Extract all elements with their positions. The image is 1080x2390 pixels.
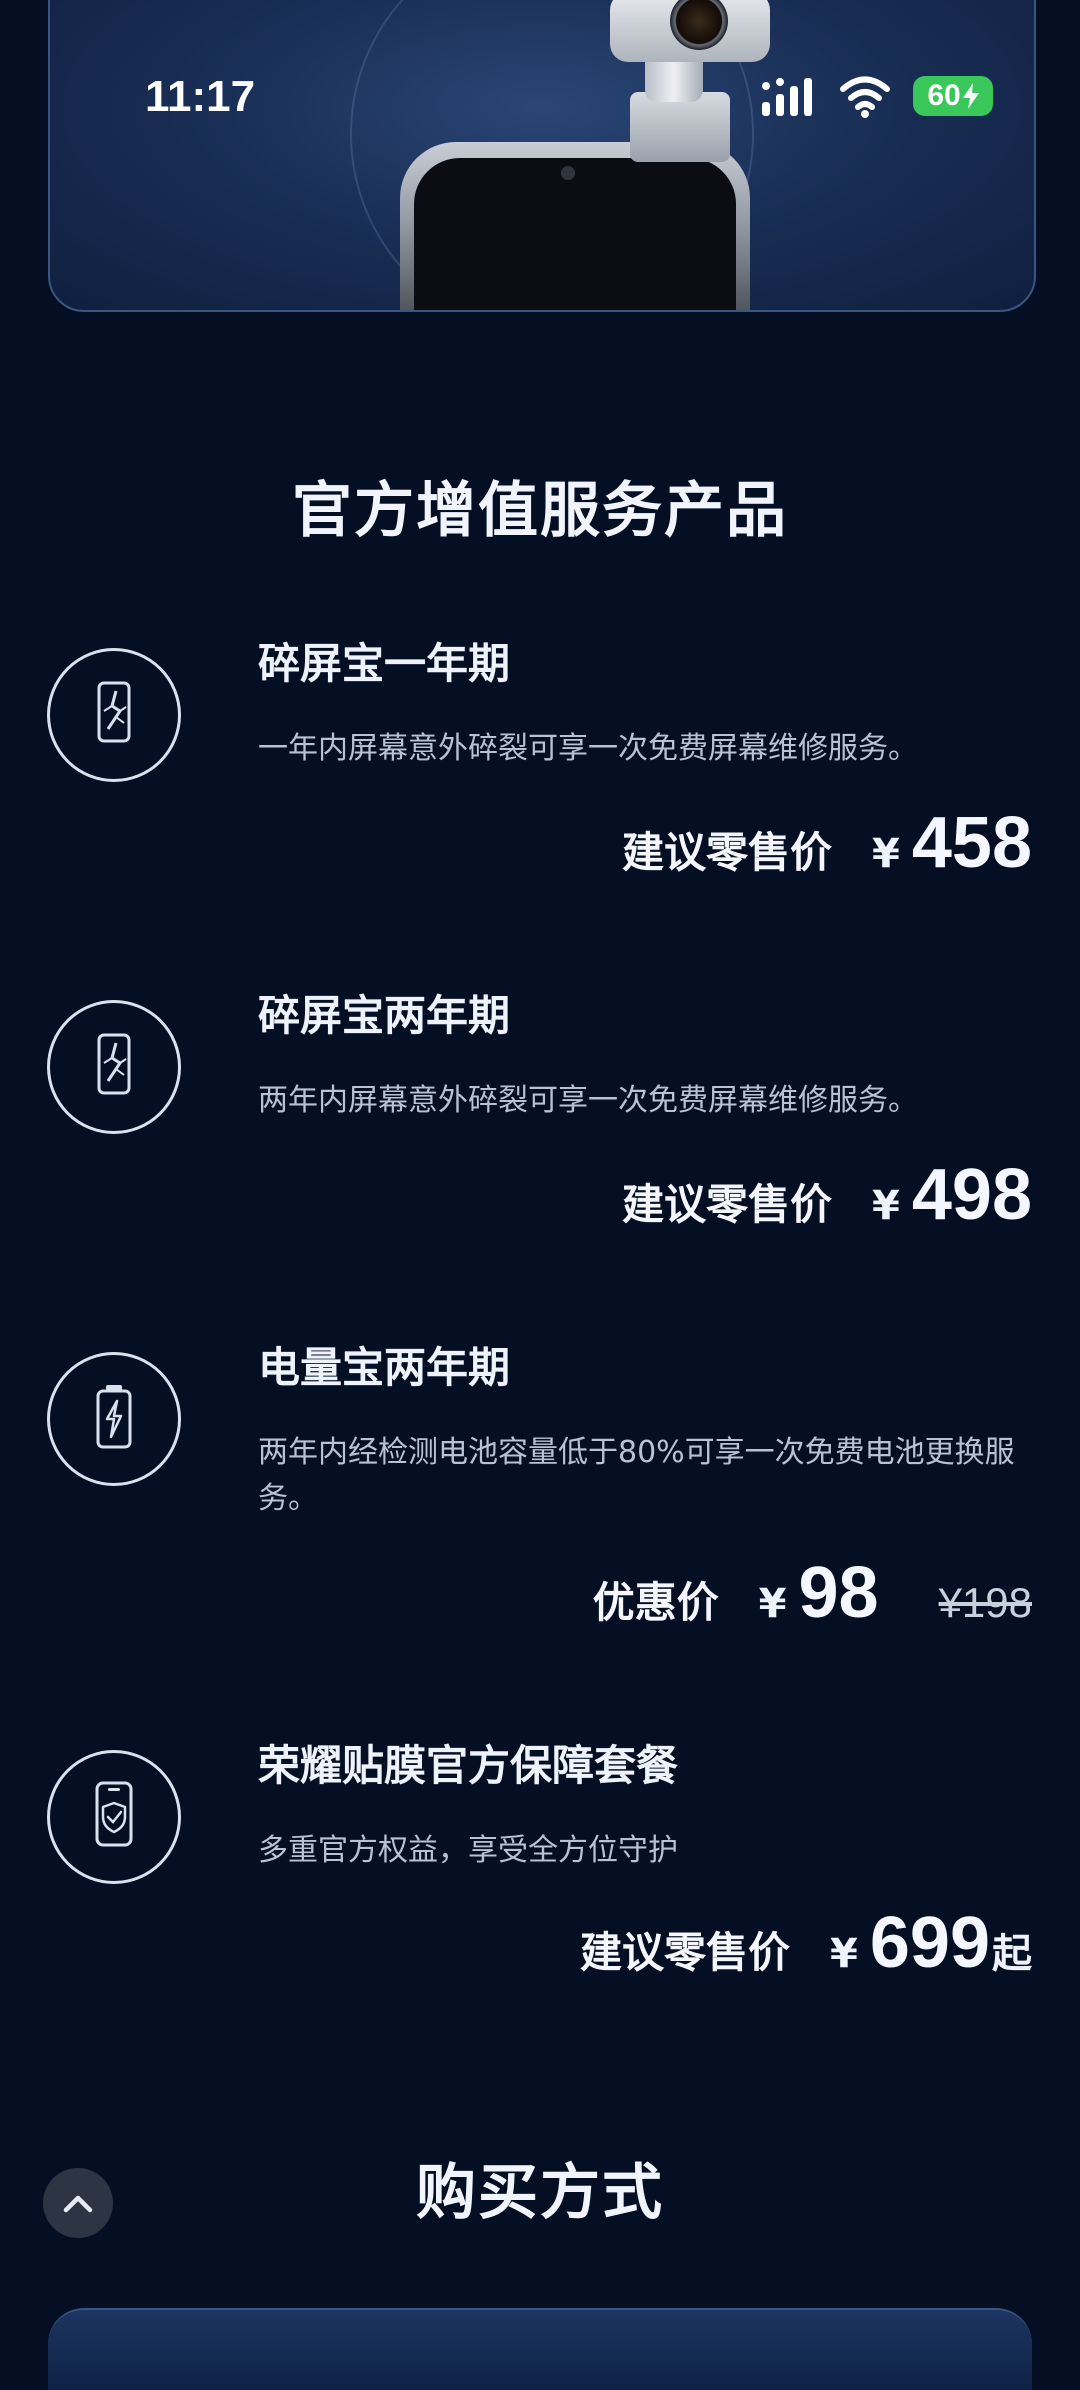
price-label: 建议零售价 xyxy=(622,1180,833,1229)
price-row: 建议零售价 ¥ 498 xyxy=(622,1154,1032,1236)
service-title: 荣耀贴膜官方保障套餐 xyxy=(258,1741,679,1790)
price-label: 优惠价 xyxy=(592,1578,719,1627)
price-label: 建议零售价 xyxy=(580,1928,791,1977)
status-time: 11:17 xyxy=(145,72,256,121)
services-section-title: 官方增值服务产品 xyxy=(292,476,788,546)
service-description: 两年内经检测电池容量低于80%可享一次免费电池更换服务。 xyxy=(258,1435,1015,1516)
battery-bolt-icon xyxy=(47,1352,181,1486)
service-description: 多重官方权益，享受全方位守护 xyxy=(258,1833,678,1868)
cracked-phone-icon xyxy=(47,648,181,782)
service-title: 电量宝两年期 xyxy=(258,1343,511,1392)
service-title: 碎屏宝两年期 xyxy=(258,991,511,1040)
cellular-signal-icon xyxy=(762,78,812,116)
cracked-phone-icon xyxy=(47,1000,181,1134)
service-title: 碎屏宝一年期 xyxy=(258,639,511,688)
service-description: 两年内屏幕意外碎裂可享一次免费屏幕维修服务。 xyxy=(258,1083,918,1118)
wifi-icon xyxy=(840,76,890,118)
price-suffix: 起 xyxy=(992,1931,1032,1977)
price-amount: 458 xyxy=(911,803,1032,883)
back-to-top-button[interactable] xyxy=(43,2168,113,2238)
currency-symbol: ¥ xyxy=(872,1183,900,1229)
status-bar: 11:17 60 xyxy=(0,0,1080,200)
phone-shield-icon xyxy=(47,1750,181,1884)
price-amount: 498 xyxy=(911,1155,1032,1235)
purchase-section-title: 购买方式 xyxy=(416,2158,664,2228)
currency-symbol: ¥ xyxy=(758,1581,787,1627)
price-row: 建议零售价 ¥ 458 xyxy=(622,802,1032,884)
battery-indicator: 60 xyxy=(913,76,993,116)
purchase-card xyxy=(48,2308,1032,2390)
battery-level: 60 xyxy=(927,79,961,112)
service-description: 一年内屏幕意外碎裂可享一次免费屏幕维修服务。 xyxy=(258,731,918,766)
price-amount: 98 xyxy=(798,1553,879,1633)
charging-bolt-icon xyxy=(962,83,979,109)
currency-symbol: ¥ xyxy=(830,1931,858,1977)
price-row: 建议零售价 ¥ 699 起 xyxy=(580,1902,1032,1984)
currency-symbol: ¥ xyxy=(872,831,900,877)
price-label: 建议零售价 xyxy=(622,828,833,877)
chevron-up-icon xyxy=(63,2195,93,2213)
price-amount: 699 xyxy=(869,1903,990,1983)
price-row: 优惠价 ¥ 98 ¥198 xyxy=(593,1552,1032,1634)
original-price: ¥198 xyxy=(938,1579,1032,1626)
